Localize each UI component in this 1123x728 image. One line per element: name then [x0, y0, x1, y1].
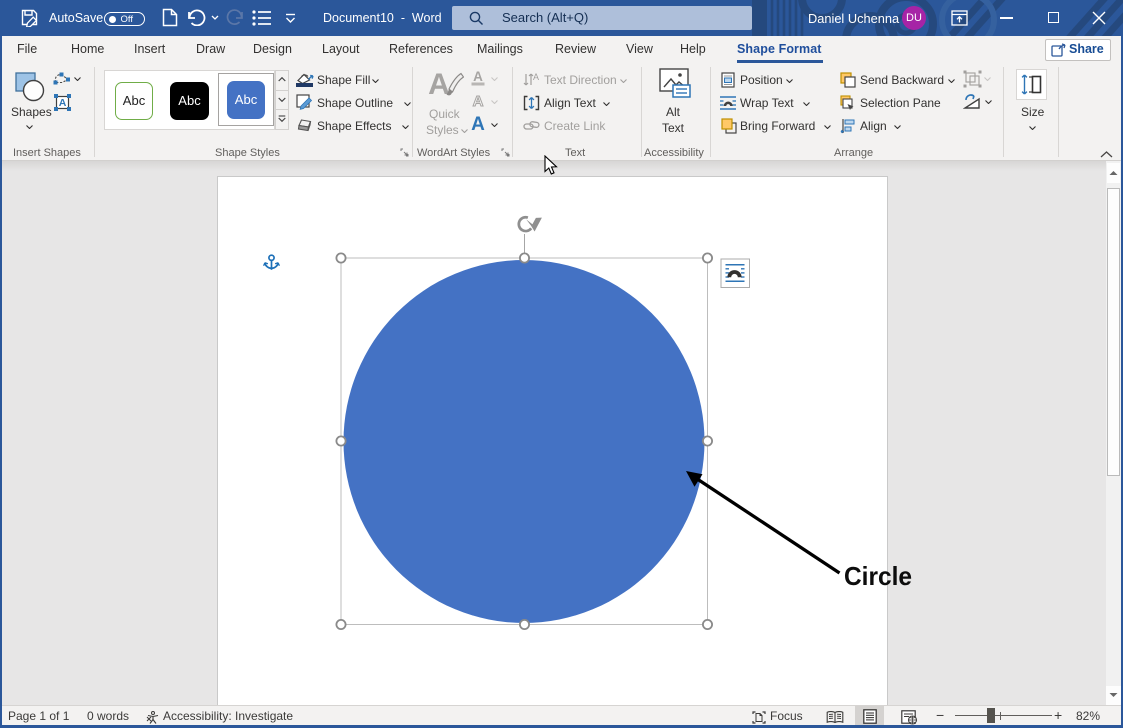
svg-text:Circle: Circle — [844, 561, 912, 591]
svg-text:A: A — [59, 97, 67, 109]
svg-text:A: A — [533, 72, 539, 82]
svg-text:A: A — [473, 69, 483, 84]
svg-text:A: A — [473, 93, 484, 109]
svg-text:A: A — [471, 114, 485, 134]
svg-text:A: A — [428, 68, 450, 100]
